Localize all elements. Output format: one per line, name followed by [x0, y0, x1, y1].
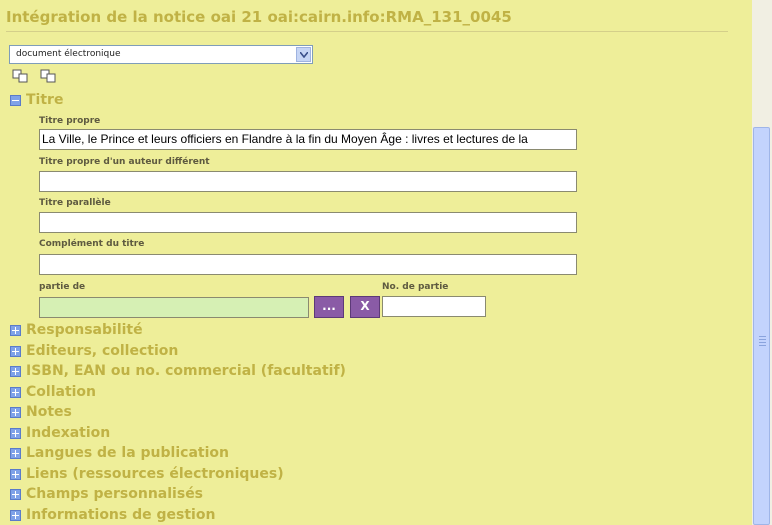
- section-label: Notes: [26, 404, 72, 420]
- no-partie-label: No. de partie: [382, 282, 449, 292]
- section-label: Champs personnalisés: [26, 486, 204, 502]
- expand-icon[interactable]: [10, 427, 21, 439]
- partie-de-label: partie de: [39, 282, 86, 292]
- expand-icon[interactable]: [10, 406, 21, 418]
- section-label: Responsabilité: [26, 322, 143, 338]
- section-isbn[interactable]: ISBN, EAN ou no. commercial (facultatif): [10, 361, 346, 381]
- page-title: Intégration de la notice oai 21 oai:cair…: [6, 8, 512, 26]
- expand-icon[interactable]: [10, 324, 21, 336]
- titre-parallele-input[interactable]: [39, 212, 577, 233]
- section-label: Indexation: [26, 425, 111, 441]
- expand-icon[interactable]: [10, 365, 21, 377]
- complement-titre-input[interactable]: [39, 254, 577, 275]
- titre-propre-input[interactable]: La Ville, le Prince et leurs officiers e…: [39, 129, 577, 150]
- section-champs-personnalises[interactable]: Champs personnalisés: [10, 484, 203, 504]
- expand-icon[interactable]: [10, 488, 21, 500]
- browse-partie-button[interactable]: ...: [314, 296, 344, 318]
- section-responsabilite[interactable]: Responsabilité: [10, 320, 143, 340]
- collapse-icon[interactable]: [10, 94, 21, 106]
- expand-icon[interactable]: [10, 345, 21, 357]
- section-liens[interactable]: Liens (ressources électroniques): [10, 464, 284, 484]
- section-titre-label: Titre: [26, 92, 64, 108]
- title-divider: [6, 31, 728, 32]
- titre-propre-label: Titre propre: [39, 116, 101, 126]
- document-type-value: document électronique: [16, 49, 121, 59]
- titre-parallele-label: Titre parallèle: [39, 198, 111, 208]
- chevron-down-icon[interactable]: [296, 47, 311, 62]
- section-label: Informations de gestion: [26, 507, 216, 523]
- expand-icon[interactable]: [10, 447, 21, 459]
- titre-autre-auteur-label: Titre propre d'un auteur différent: [39, 157, 210, 167]
- section-editeurs-collection[interactable]: Editeurs, collection: [10, 341, 178, 361]
- section-label: Editeurs, collection: [26, 343, 179, 359]
- section-label: ISBN, EAN ou no. commercial (facultatif): [26, 363, 346, 379]
- section-collation[interactable]: Collation: [10, 382, 96, 402]
- expand-icon[interactable]: [10, 509, 21, 521]
- complement-titre-label: Complément du titre: [39, 239, 145, 249]
- expand-icon[interactable]: [10, 468, 21, 480]
- section-notes[interactable]: Notes: [10, 402, 72, 422]
- document-type-select[interactable]: document électronique: [9, 45, 313, 64]
- expand-icon[interactable]: [10, 386, 21, 398]
- section-informations-gestion[interactable]: Informations de gestion: [10, 505, 215, 525]
- titre-autre-auteur-input[interactable]: [39, 171, 577, 192]
- duplicate-icon[interactable]: [12, 68, 30, 87]
- partie-de-input[interactable]: [39, 297, 309, 318]
- section-langues[interactable]: Langues de la publication: [10, 443, 229, 463]
- scrollbar-thumb[interactable]: [753, 127, 770, 525]
- duplicate-icon[interactable]: [40, 68, 58, 87]
- clear-partie-button[interactable]: X: [350, 296, 380, 318]
- section-label: Liens (ressources électroniques): [26, 466, 284, 482]
- section-label: Collation: [26, 384, 97, 400]
- section-label: Langues de la publication: [26, 445, 229, 461]
- vertical-scrollbar[interactable]: [752, 0, 772, 525]
- section-titre[interactable]: Titre: [10, 90, 63, 110]
- section-indexation[interactable]: Indexation: [10, 423, 110, 443]
- no-partie-input[interactable]: [382, 296, 486, 317]
